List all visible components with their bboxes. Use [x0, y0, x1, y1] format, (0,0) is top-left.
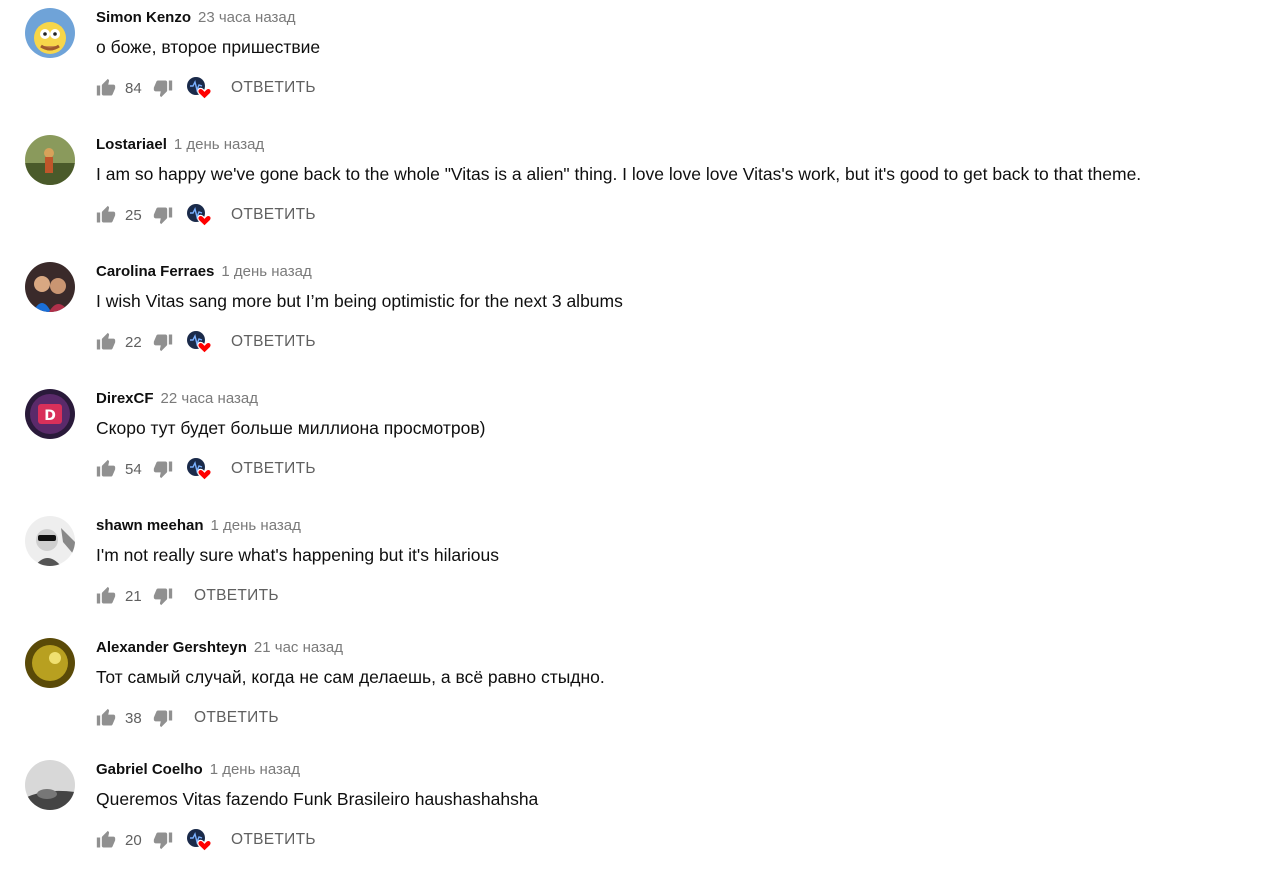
reply-button[interactable]: ОТВЕТИТЬ [231, 333, 316, 351]
thumb-down-icon[interactable] [153, 830, 173, 850]
creator-heart-icon[interactable] [187, 76, 213, 100]
thumb-up-icon[interactable] [96, 332, 116, 352]
comment-timestamp[interactable]: 1 день назад [174, 136, 264, 153]
like-count: 22 [125, 333, 142, 351]
thumb-down-icon[interactable] [153, 459, 173, 479]
thumb-up-icon[interactable] [96, 830, 116, 850]
author-name[interactable]: shawn meehan [96, 517, 204, 534]
comment-thread: Alexander Gershteyn 21 час назад Тот самы… [0, 638, 1267, 758]
comment-timestamp[interactable]: 21 час назад [254, 639, 343, 656]
thumb-down-icon[interactable] [153, 586, 173, 606]
comment-thread: Lostariael 1 день назад I am so happy we'… [0, 135, 1267, 255]
comment-action-bar: 25 ОТВЕТИТЬ [96, 203, 316, 227]
comment-header: DirexCF 22 часа назад [96, 389, 258, 409]
thumb-up-icon[interactable] [96, 78, 116, 98]
like-count: 54 [125, 460, 142, 478]
avatar[interactable] [25, 516, 75, 566]
comment-text: I am so happy we've gone back to the who… [96, 164, 1142, 184]
comment-header: Carolina Ferraes 1 день назад [96, 262, 312, 282]
reply-button[interactable]: ОТВЕТИТЬ [194, 709, 279, 727]
thumb-up-icon[interactable] [96, 205, 116, 225]
comment-thread: D DirexCF 22 часа назад Скоро тут будет б… [0, 389, 1267, 509]
comment-text: I'm not really sure what's happening but… [96, 545, 500, 565]
reply-button[interactable]: ОТВЕТИТЬ [231, 79, 316, 97]
comment-thread: shawn meehan 1 день назад I'm not really … [0, 516, 1267, 636]
thumb-down-icon[interactable] [153, 332, 173, 352]
avatar[interactable] [25, 760, 75, 810]
comments-list: Simon Kenzo 23 часа назад о боже, второе … [0, 0, 1267, 871]
reply-button[interactable]: ОТВЕТИТЬ [194, 587, 279, 605]
comment-header: Gabriel Coelho 1 день назад [96, 760, 300, 780]
comment-header: shawn meehan 1 день назад [96, 516, 301, 536]
comment-action-bar: 84 ОТВЕТИТЬ [96, 76, 316, 100]
avatar[interactable]: D [25, 389, 75, 439]
reply-button[interactable]: ОТВЕТИТЬ [231, 831, 316, 849]
avatar[interactable] [25, 135, 75, 185]
creator-heart-icon[interactable] [187, 828, 213, 852]
creator-heart-icon[interactable] [187, 457, 213, 481]
author-name[interactable]: DirexCF [96, 390, 154, 407]
author-name[interactable]: Alexander Gershteyn [96, 639, 247, 656]
comment-action-bar: 20 ОТВЕТИТЬ [96, 828, 316, 852]
comment-header: Lostariael 1 день назад [96, 135, 264, 155]
thumb-up-icon[interactable] [96, 586, 116, 606]
svg-text:D: D [44, 408, 56, 424]
like-count: 84 [125, 79, 142, 97]
comment-timestamp[interactable]: 1 день назад [211, 517, 301, 534]
comment-thread: Carolina Ferraes 1 день назад I wish Vita… [0, 262, 1267, 382]
avatar[interactable] [25, 8, 75, 58]
author-name[interactable]: Carolina Ferraes [96, 263, 214, 280]
comment-thread: Simon Kenzo 23 часа назад о боже, второе … [0, 8, 1267, 128]
comment-action-bar: 22 ОТВЕТИТЬ [96, 330, 316, 354]
comment-header: Simon Kenzo 23 часа назад [96, 8, 295, 28]
comment-timestamp[interactable]: 1 день назад [210, 761, 300, 778]
author-name[interactable]: Gabriel Coelho [96, 761, 203, 778]
comment-text: Скоро тут будет больше миллиона просмотр… [96, 418, 486, 438]
reply-button[interactable]: ОТВЕТИТЬ [231, 460, 316, 478]
reply-button[interactable]: ОТВЕТИТЬ [231, 206, 316, 224]
comment-timestamp[interactable]: 1 день назад [221, 263, 311, 280]
thumb-down-icon[interactable] [153, 708, 173, 728]
comment-text: I wish Vitas sang more but I’m being opt… [96, 291, 623, 311]
like-count: 21 [125, 587, 142, 605]
like-count: 38 [125, 709, 142, 727]
comment-header: Alexander Gershteyn 21 час назад [96, 638, 343, 658]
author-name[interactable]: Simon Kenzo [96, 9, 191, 26]
comment-text: Тот самый случай, когда не сам делаешь, … [96, 667, 605, 687]
creator-heart-icon[interactable] [187, 203, 213, 227]
thumb-down-icon[interactable] [153, 205, 173, 225]
comment-text: Queremos Vitas fazendo Funk Brasileiro h… [96, 789, 539, 809]
thumb-up-icon[interactable] [96, 459, 116, 479]
comment-action-bar: 38 ОТВЕТИТЬ [96, 706, 279, 730]
creator-heart-icon[interactable] [187, 330, 213, 354]
comment-action-bar: 21 ОТВЕТИТЬ [96, 584, 279, 608]
thumb-down-icon[interactable] [153, 78, 173, 98]
comment-action-bar: 54 ОТВЕТИТЬ [96, 457, 316, 481]
comment-thread: Gabriel Coelho 1 день назад Queremos Vita… [0, 760, 1267, 871]
thumb-up-icon[interactable] [96, 708, 116, 728]
like-count: 20 [125, 831, 142, 849]
like-count: 25 [125, 206, 142, 224]
comment-timestamp[interactable]: 23 часа назад [198, 9, 295, 26]
comment-text: о боже, второе пришествие [96, 37, 321, 57]
author-name[interactable]: Lostariael [96, 136, 167, 153]
avatar[interactable] [25, 638, 75, 688]
comment-timestamp[interactable]: 22 часа назад [161, 390, 258, 407]
avatar[interactable] [25, 262, 75, 312]
